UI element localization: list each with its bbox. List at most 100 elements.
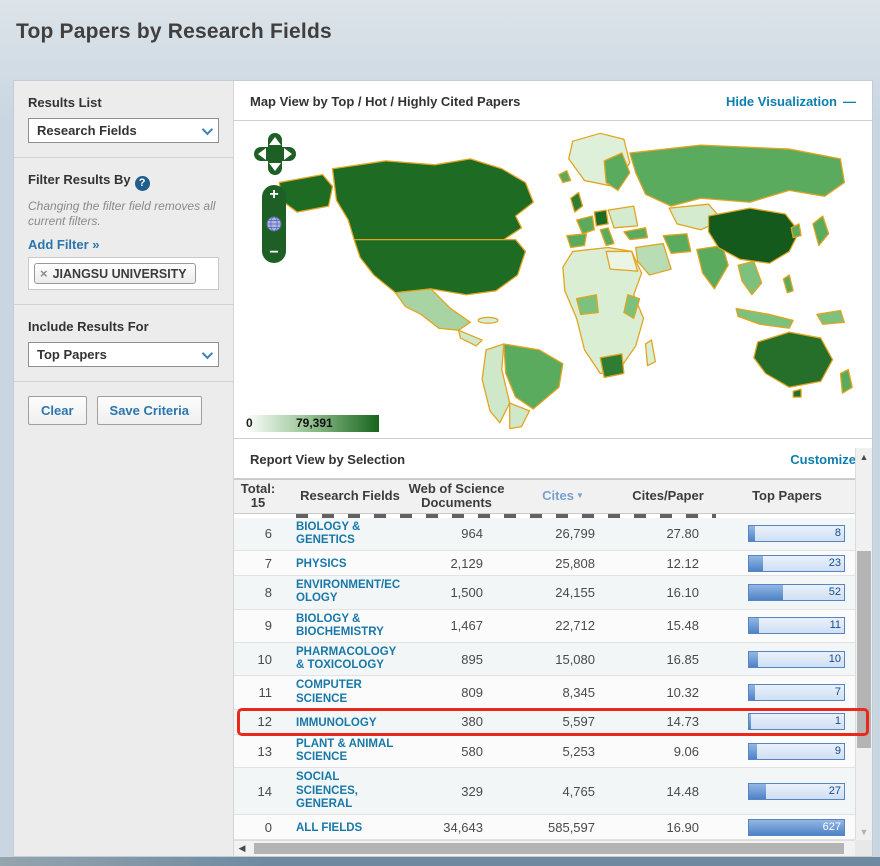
zoom-in-icon[interactable]: + — [269, 188, 278, 202]
remove-filter-icon[interactable]: × — [40, 266, 48, 281]
cites-per-paper-cell: 14.73 — [617, 714, 719, 729]
world-map-svg — [238, 123, 868, 435]
divider — [14, 381, 233, 382]
hide-visualization-link[interactable]: Hide Visualization— — [726, 94, 856, 109]
top-papers-bar: 1 — [748, 713, 845, 730]
research-fields-header: Research Fields — [282, 489, 404, 503]
research-field-link[interactable]: PLANT & ANIMAL SCIENCE — [296, 738, 404, 764]
map-zoom-control[interactable]: + − — [262, 185, 286, 263]
map-legend: 0 79,391 — [244, 415, 379, 432]
map-pan-control[interactable] — [252, 131, 298, 177]
rank-cell: 14 — [234, 784, 282, 799]
cites-cell: 585,597 — [509, 820, 617, 835]
top-papers-value: 10 — [829, 653, 841, 665]
research-field-link[interactable]: PHARMACOLOGY & TOXICOLOGY — [296, 646, 404, 672]
table-row: 12 IMMUNOLOGY 380 5,597 14.73 1 — [234, 710, 855, 735]
top-papers-bar: 11 — [748, 617, 845, 634]
add-filter-link[interactable]: Add Filter » — [28, 237, 100, 252]
bar-fill — [749, 618, 759, 633]
hscroll-thumb[interactable] — [254, 843, 844, 854]
help-icon[interactable]: ? — [135, 176, 150, 191]
filter-results-by-label: Filter Results By? — [28, 172, 219, 191]
filter-chip-label: JIANGSU UNIVERSITY — [53, 267, 187, 281]
cites-cell: 22,712 — [509, 618, 617, 633]
clear-button[interactable]: Clear — [28, 396, 87, 425]
legend-max: 79,391 — [296, 416, 333, 430]
research-field-link[interactable]: COMPUTER SCIENCE — [296, 679, 404, 705]
top-papers-value: 11 — [830, 619, 841, 631]
bar-fill — [749, 744, 757, 759]
research-field-link[interactable]: PHYSICS — [296, 558, 347, 571]
top-papers-value: 7 — [835, 686, 841, 698]
table-row: 0 ALL FIELDS 34,643 585,597 16.90 627 — [234, 815, 855, 840]
results-list-dropdown[interactable]: Research Fields — [28, 118, 219, 143]
cites-per-paper-cell: 16.10 — [617, 585, 719, 600]
report-view-title: Report View by Selection — [250, 452, 405, 467]
bar-fill — [749, 585, 783, 600]
wos-documents-cell: 1,467 — [404, 618, 509, 633]
rank-cell: 13 — [234, 744, 282, 759]
filter-chip[interactable]: × JIANGSU UNIVERSITY — [34, 263, 196, 284]
research-field-link[interactable]: BIOLOGY & GENETICS — [296, 521, 404, 547]
sort-desc-icon: ▼ — [576, 491, 584, 500]
legend-gradient-bar: 0 79,391 — [244, 415, 379, 432]
wos-documents-cell: 964 — [404, 526, 509, 541]
save-criteria-button[interactable]: Save Criteria — [97, 396, 203, 425]
top-papers-bar: 7 — [748, 684, 845, 701]
zoom-out-icon[interactable]: − — [269, 246, 278, 260]
cites-per-paper-cell: 16.90 — [617, 820, 719, 835]
globe-icon[interactable] — [266, 216, 282, 232]
cites-per-paper-cell: 10.32 — [617, 685, 719, 700]
table-row: 13 PLANT & ANIMAL SCIENCE 580 5,253 9.06… — [234, 735, 855, 768]
table-row: 7 PHYSICS 2,129 25,808 12.12 23 — [234, 551, 855, 576]
bar-fill — [749, 685, 755, 700]
cites-per-paper-cell: 15.48 — [617, 618, 719, 633]
research-field-link[interactable]: SOCIAL SCIENCES, GENERAL — [296, 771, 404, 811]
scrollbar-corner — [855, 840, 872, 856]
legend-min: 0 — [246, 416, 253, 430]
world-map[interactable]: + − 0 79,391 — [234, 121, 872, 438]
table-row: 9 BIOLOGY & BIOCHEMISTRY 1,467 22,712 15… — [234, 610, 855, 643]
research-field-link[interactable]: IMMUNOLOGY — [296, 717, 377, 730]
content-wrapper: Results List Research Fields Filter Resu… — [13, 80, 873, 857]
rank-cell: 11 — [234, 685, 282, 700]
vscroll-thumb[interactable] — [857, 551, 871, 748]
bottom-bar — [0, 857, 880, 866]
scroll-left-icon[interactable]: ◀ — [234, 843, 250, 854]
vscroll-track[interactable] — [856, 465, 872, 823]
top-papers-bar: 10 — [748, 651, 845, 668]
wos-documents-cell: 2,129 — [404, 556, 509, 571]
rank-cell: 7 — [234, 556, 282, 571]
vertical-scrollbar[interactable]: ▲ ▼ — [855, 448, 872, 840]
cites-per-paper-cell: 14.48 — [617, 784, 719, 799]
chevron-down-icon — [202, 347, 213, 358]
research-field-link[interactable]: ALL FIELDS — [296, 822, 362, 835]
page-header: Top Papers by Research Fields — [0, 0, 880, 64]
horizontal-scrollbar[interactable]: ◀ ▶ — [234, 840, 872, 856]
top-papers-header: Top Papers — [719, 489, 855, 503]
divider — [14, 304, 233, 305]
table-row: 6 BIOLOGY & GENETICS 964 26,799 27.80 8 — [234, 518, 855, 551]
rank-cell: 0 — [234, 820, 282, 835]
bar-fill — [749, 556, 763, 571]
wos-documents-cell: 34,643 — [404, 820, 509, 835]
hscroll-track[interactable] — [250, 841, 856, 856]
include-results-value: Top Papers — [37, 347, 107, 362]
cites-sort-header[interactable]: Cites▼ — [509, 489, 617, 503]
rank-cell: 9 — [234, 618, 282, 633]
map-section-header: Map View by Top / Hot / Highly Cited Pap… — [234, 81, 872, 121]
customize-link[interactable]: Customize — [790, 452, 856, 467]
research-field-link[interactable]: ENVIRONMENT/ECOLOGY — [296, 579, 404, 605]
cites-cell: 4,765 — [509, 784, 617, 799]
include-results-dropdown[interactable]: Top Papers — [28, 342, 219, 367]
table-row: 14 SOCIAL SCIENCES, GENERAL 329 4,765 14… — [234, 768, 855, 815]
table-body-rows: 6 BIOLOGY & GENETICS 964 26,799 27.80 8 … — [234, 514, 855, 840]
research-field-link[interactable]: BIOLOGY & BIOCHEMISTRY — [296, 613, 404, 639]
cites-cell: 8,345 — [509, 685, 617, 700]
cites-per-paper-cell: 9.06 — [617, 744, 719, 759]
scroll-down-icon[interactable]: ▼ — [856, 823, 872, 840]
chevron-down-icon — [202, 123, 213, 134]
cites-cell: 5,253 — [509, 744, 617, 759]
rank-cell: 6 — [234, 526, 282, 541]
scroll-up-icon[interactable]: ▲ — [856, 448, 872, 465]
